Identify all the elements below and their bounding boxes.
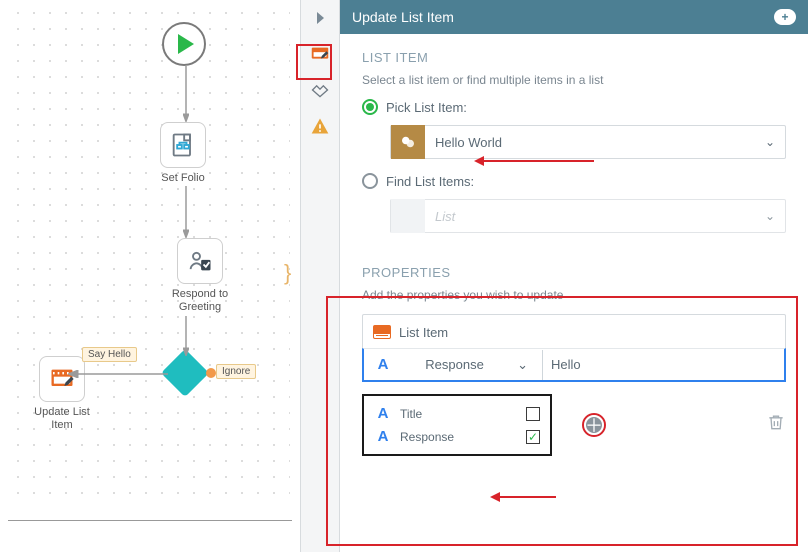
document-tree-icon bbox=[169, 131, 197, 159]
expand-icon[interactable] bbox=[774, 9, 796, 25]
helper-text: Select a list item or find multiple item… bbox=[362, 73, 786, 87]
pick-list-item-selector[interactable]: Hello World ⌄ bbox=[390, 125, 786, 159]
edge-label: Ignore bbox=[216, 364, 256, 379]
chevron-down-icon: ⌄ bbox=[755, 209, 785, 223]
connector-arrow bbox=[183, 186, 189, 238]
gutter-tab-hand[interactable] bbox=[308, 78, 332, 102]
property-field-row[interactable]: A Response ⌄ bbox=[362, 348, 786, 382]
panel-title: Update List Item bbox=[352, 9, 454, 25]
delete-button[interactable] bbox=[766, 411, 786, 439]
divider bbox=[8, 520, 292, 521]
text-field-icon: A bbox=[374, 405, 392, 422]
play-icon bbox=[178, 34, 194, 54]
option-label: Title bbox=[400, 407, 422, 421]
list-icon bbox=[373, 325, 391, 339]
gutter-tab-list[interactable] bbox=[308, 42, 332, 66]
respond-node[interactable]: Respond to Greeting bbox=[160, 238, 240, 314]
diamond-icon bbox=[161, 349, 209, 397]
user-task-icon bbox=[186, 247, 214, 275]
radio-checked-icon bbox=[362, 99, 378, 115]
properties-panel: Update List Item LIST ITEM Select a list… bbox=[300, 0, 808, 552]
chevron-down-icon[interactable]: ⌄ bbox=[517, 357, 528, 373]
text-field-icon: A bbox=[374, 428, 392, 445]
brace-icon: } bbox=[284, 260, 291, 286]
chevron-right-icon bbox=[317, 12, 324, 24]
set-folio-node[interactable]: Set Folio bbox=[160, 122, 206, 185]
section-title: PROPERTIES bbox=[362, 265, 786, 280]
sharepoint-icon bbox=[399, 133, 417, 151]
connector-arrow bbox=[183, 66, 189, 122]
panel-header: Update List Item bbox=[340, 0, 808, 34]
gutter-tab-warning[interactable] bbox=[308, 114, 332, 138]
chevron-down-icon: ⌄ bbox=[755, 135, 785, 149]
property-field-name: Response bbox=[425, 357, 484, 372]
radio-unchecked-icon bbox=[362, 173, 378, 189]
checkbox-unchecked-icon[interactable] bbox=[526, 407, 540, 421]
find-list-items-radio[interactable]: Find List Items: bbox=[362, 173, 786, 189]
section-title: LIST ITEM bbox=[362, 50, 786, 65]
text-field-icon: A bbox=[374, 356, 392, 373]
workflow-canvas[interactable]: Set Folio Respond to Greeting U bbox=[0, 0, 300, 520]
radio-label: Find List Items: bbox=[386, 174, 474, 189]
start-node[interactable] bbox=[162, 22, 206, 66]
helper-text: Add the properties you wish to update bbox=[362, 288, 786, 302]
property-root-row[interactable]: List Item bbox=[363, 315, 785, 349]
handshake-icon bbox=[310, 80, 330, 100]
option-label: Response bbox=[400, 430, 454, 444]
checkbox-checked-icon[interactable] bbox=[526, 430, 540, 444]
trash-icon bbox=[766, 411, 786, 433]
property-value-input[interactable] bbox=[542, 350, 774, 380]
update-list-item-node[interactable]: Update List Item bbox=[22, 356, 102, 432]
find-list-selector[interactable]: List ⌄ bbox=[390, 199, 786, 233]
properties-tree: List Item A Response ⌄ bbox=[362, 314, 786, 382]
add-property-button[interactable]: ＋ bbox=[582, 413, 606, 437]
picker-placeholder: List bbox=[425, 209, 755, 224]
warning-icon bbox=[310, 116, 330, 136]
panel-gutter bbox=[300, 0, 340, 552]
property-option[interactable]: A Title bbox=[374, 402, 540, 425]
decision-node[interactable] bbox=[168, 356, 202, 390]
edge-label: Say Hello bbox=[82, 347, 137, 362]
list-edit-icon bbox=[309, 43, 331, 65]
property-root-label: List Item bbox=[399, 325, 448, 340]
radio-label: Pick List Item: bbox=[386, 100, 467, 115]
picker-value: Hello World bbox=[425, 135, 755, 150]
property-options-popover: A Title A Response bbox=[362, 394, 552, 456]
connector-arrow bbox=[68, 370, 168, 378]
node-label: Set Folio bbox=[161, 172, 204, 185]
property-option[interactable]: A Response bbox=[374, 425, 540, 448]
warning-dot-icon bbox=[206, 368, 216, 378]
pick-list-item-radio[interactable]: Pick List Item: bbox=[362, 99, 786, 115]
collapse-toggle[interactable] bbox=[308, 6, 332, 30]
node-label: Respond to Greeting bbox=[160, 288, 240, 314]
node-label: Update List Item bbox=[22, 406, 102, 432]
connector-arrow bbox=[183, 316, 189, 356]
